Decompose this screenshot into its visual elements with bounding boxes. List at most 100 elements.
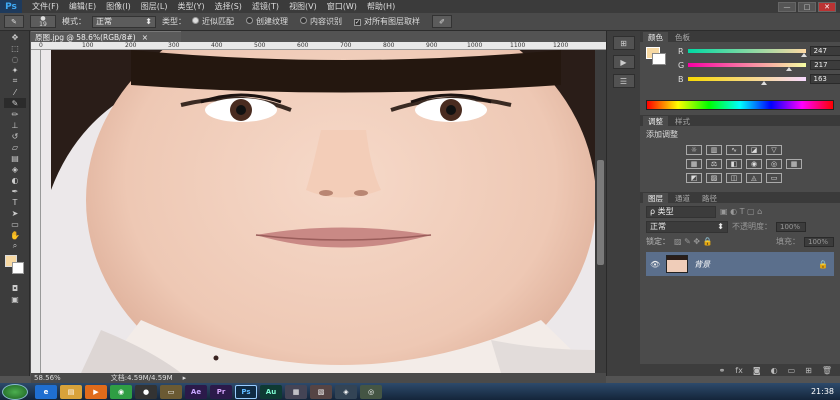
vibrance-icon[interactable]: ▽ <box>766 145 782 155</box>
history-panel-icon[interactable]: ⊞ <box>612 36 635 50</box>
tab-close-icon[interactable]: × <box>142 33 148 42</box>
screen-mode-icon[interactable]: ▣ <box>4 294 26 304</box>
brush-size-picker[interactable]: ● 19 <box>30 15 56 28</box>
layer-name[interactable]: 背景 <box>694 259 710 270</box>
eye-visibility-icon[interactable]: 👁 <box>650 260 660 269</box>
slider-thumb[interactable] <box>786 67 793 71</box>
layer-row-background[interactable]: 👁 背景 🔒 <box>646 252 834 276</box>
curves-icon[interactable]: ∿ <box>726 145 742 155</box>
tab-color[interactable]: 颜色 <box>643 32 668 42</box>
adjustment-layer-icon[interactable]: ◐ <box>771 366 778 375</box>
background-color-swatch[interactable] <box>12 262 24 274</box>
dodge-tool-icon[interactable]: ◐ <box>4 175 26 185</box>
tab-adjustments[interactable]: 调整 <box>643 116 668 126</box>
fx-icon[interactable]: fx <box>735 366 743 375</box>
invert-icon[interactable]: ◩ <box>686 173 702 183</box>
status-menu-arrow-icon[interactable]: ▸ <box>183 374 187 382</box>
photo-filter-icon[interactable]: ◉ <box>746 159 762 169</box>
menu-file[interactable]: 文件(F) <box>32 1 59 12</box>
zoom-level[interactable]: 58.56% <box>34 374 61 382</box>
properties-panel-icon[interactable]: ☰ <box>612 74 635 88</box>
tab-layers[interactable]: 图层 <box>643 193 668 203</box>
red-slider[interactable] <box>687 49 807 57</box>
eraser-icon[interactable]: ▱ <box>4 142 26 152</box>
zoom-tool-icon[interactable]: ⌕ <box>4 241 26 251</box>
levels-icon[interactable]: ▥ <box>706 145 722 155</box>
radio-create-texture[interactable]: 创建纹理 <box>246 16 288 27</box>
opacity-value[interactable]: 100% <box>776 221 806 232</box>
move-tool-icon[interactable]: ✥ <box>4 32 26 42</box>
taskbar-photoshop[interactable]: Ps <box>235 384 257 399</box>
brush-tool-icon[interactable]: ✏ <box>4 109 26 119</box>
color-bg-swatch[interactable] <box>652 53 666 65</box>
clone-stamp-icon[interactable]: ⊥ <box>4 120 26 130</box>
path-select-icon[interactable]: ➤ <box>4 208 26 218</box>
shape-tool-icon[interactable]: ▭ <box>4 219 26 229</box>
color-balance-icon[interactable]: ⚖ <box>706 159 722 169</box>
document-tab[interactable]: 原图.jpg @ 58.6%(RGB/8#) × <box>31 31 181 42</box>
slider-thumb[interactable] <box>760 81 767 85</box>
restore-button[interactable]: □ <box>798 1 816 12</box>
tool-preset-picker[interactable]: ✎ <box>4 15 24 28</box>
menu-type[interactable]: 类型(Y) <box>177 1 204 12</box>
gradient-map-icon[interactable]: ▭ <box>766 173 782 183</box>
tab-channels[interactable]: 通道 <box>670 193 695 203</box>
history-brush-icon[interactable]: ↺ <box>4 131 26 141</box>
menu-window[interactable]: 窗口(W) <box>327 1 357 12</box>
menu-help[interactable]: 帮助(H) <box>367 1 395 12</box>
black-white-icon[interactable]: ◧ <box>726 159 742 169</box>
taskbar-qq-icon[interactable]: ● <box>135 384 157 399</box>
tab-paths[interactable]: 路径 <box>697 193 722 203</box>
taskbar-app-icon[interactable]: ◎ <box>360 384 382 399</box>
posterize-icon[interactable]: ▨ <box>706 173 722 183</box>
taskbar-app-icon[interactable]: ◈ <box>335 384 357 399</box>
green-slider[interactable] <box>688 63 807 71</box>
taskbar-chrome-icon[interactable]: ◉ <box>110 384 132 399</box>
radio-proximity-match[interactable]: 近似匹配 <box>192 16 234 27</box>
add-mask-icon[interactable]: ◙ <box>753 366 761 375</box>
link-layers-icon[interactable]: ⚭ <box>719 366 726 375</box>
taskbar-media-icon[interactable]: ▶ <box>85 384 107 399</box>
blur-tool-icon[interactable]: ◈ <box>4 164 26 174</box>
hand-tool-icon[interactable]: ✋ <box>4 230 26 240</box>
crop-tool-icon[interactable]: ⌗ <box>4 76 26 86</box>
start-button[interactable] <box>2 383 28 400</box>
actions-panel-icon[interactable]: ▶ <box>612 55 635 69</box>
menu-select[interactable]: 选择(S) <box>215 1 242 12</box>
hue-saturation-icon[interactable]: ▦ <box>686 159 702 169</box>
spectrum-bar[interactable] <box>646 100 834 110</box>
menu-filter[interactable]: 滤镜(T) <box>252 1 279 12</box>
blend-mode-select[interactable]: 正常 ⬍ <box>646 220 728 233</box>
threshold-icon[interactable]: ◫ <box>726 173 742 183</box>
pen-tool-icon[interactable]: ✒ <box>4 186 26 196</box>
taskbar-audition[interactable]: Au <box>260 384 282 399</box>
sample-all-layers-checkbox[interactable]: ✓ 对所有图层取样 <box>354 16 420 27</box>
slider-thumb[interactable] <box>800 53 807 57</box>
pressure-button[interactable]: ✐ <box>432 15 452 28</box>
lock-icons[interactable]: ▨ ✎ ✥ 🔒 <box>674 237 713 246</box>
magic-wand-icon[interactable]: ✦ <box>4 65 26 75</box>
exposure-icon[interactable]: ◪ <box>746 145 762 155</box>
eyedropper-icon[interactable]: ⁄ <box>4 87 26 97</box>
menu-layer[interactable]: 图层(L) <box>141 1 168 12</box>
trash-icon[interactable]: 🗑 <box>822 366 832 375</box>
taskbar-after-effects[interactable]: Ae <box>185 384 207 399</box>
menu-view[interactable]: 视图(V) <box>289 1 317 12</box>
image-canvas[interactable] <box>41 50 595 373</box>
taskbar-clock[interactable]: 21:38 <box>811 387 834 396</box>
menu-image[interactable]: 图像(I) <box>106 1 131 12</box>
new-layer-icon[interactable]: ⊞ <box>805 366 812 375</box>
layer-filter-select[interactable]: ρ 类型 <box>646 205 716 218</box>
minimize-button[interactable]: — <box>778 1 796 12</box>
color-swatches[interactable] <box>3 255 26 279</box>
channel-mixer-icon[interactable]: ◎ <box>766 159 782 169</box>
tab-styles[interactable]: 样式 <box>670 116 695 126</box>
radio-content-aware[interactable]: 内容识别 <box>300 16 342 27</box>
brightness-icon[interactable]: ☼ <box>686 145 702 155</box>
taskbar-folder-icon[interactable]: ▭ <box>160 384 182 399</box>
taskbar-premiere[interactable]: Pr <box>210 384 232 399</box>
lasso-tool-icon[interactable]: ◌ <box>4 54 26 64</box>
close-button[interactable]: ✕ <box>818 1 836 12</box>
fill-value[interactable]: 100% <box>804 236 834 247</box>
quick-mask-icon[interactable]: ◘ <box>4 283 26 293</box>
